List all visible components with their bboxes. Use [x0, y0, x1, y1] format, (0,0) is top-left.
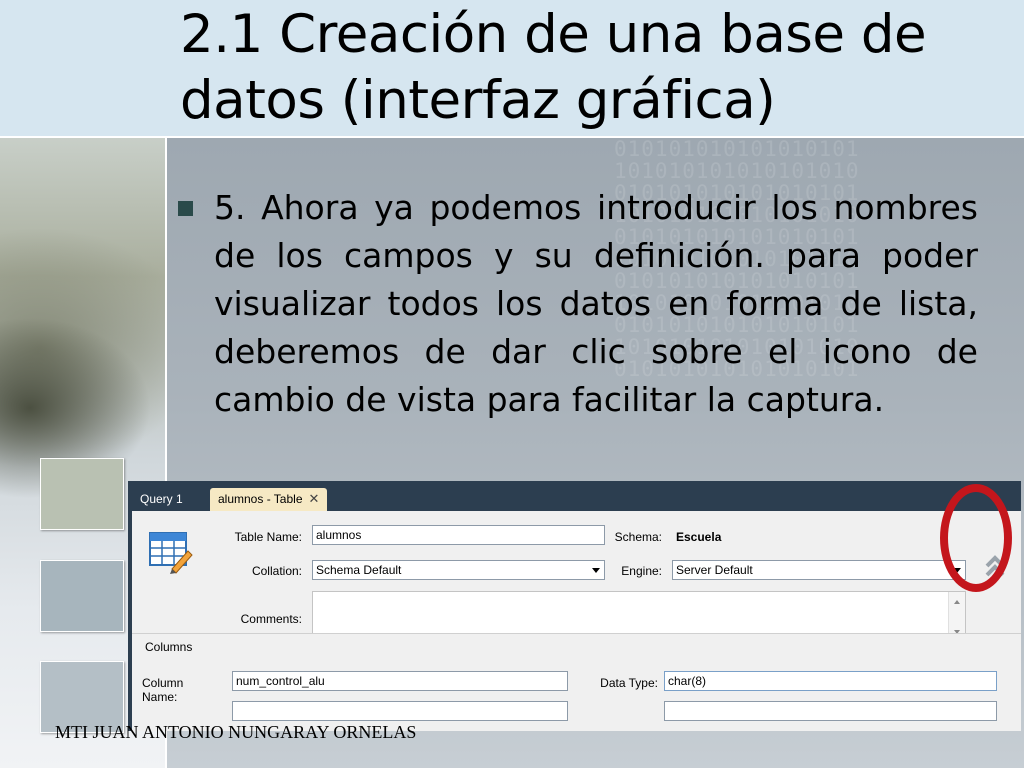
collation-select[interactable]: Schema Default: [312, 560, 605, 580]
tab-alumnos-table[interactable]: alumnos - Table ✕: [210, 488, 328, 511]
close-icon[interactable]: ✕: [309, 491, 320, 506]
bullet-marker: [178, 201, 193, 216]
collation-value: Schema Default: [316, 563, 402, 577]
collation-label: Collation:: [251, 564, 302, 578]
bullet-text: 5. Ahora ya podemos introducir los nombr…: [214, 188, 978, 419]
data-type-label: Data Type:: [600, 676, 658, 690]
engine-select[interactable]: Server Default: [672, 560, 966, 580]
tab-label: alumnos - Table: [218, 492, 303, 506]
scroll-up-icon: [954, 600, 960, 604]
schema-label: Schema:: [614, 530, 662, 544]
next-row-input[interactable]: [664, 701, 997, 721]
workbench-screenshot: Query 1 alumnos - Table ✕ Table Name: Sch…: [128, 481, 1021, 731]
decorative-square-2: [40, 560, 124, 632]
schema-value: Escuela: [676, 530, 722, 544]
table-name-label: Table Name:: [234, 530, 302, 544]
decorative-square-1: [40, 458, 124, 530]
column-name-input[interactable]: [232, 671, 568, 691]
highlight-ring: [940, 484, 1012, 592]
engine-value: Server Default: [676, 563, 753, 577]
data-type-input[interactable]: [664, 671, 997, 691]
slide-title: 2.1 Creación de una base de datos (inter…: [180, 4, 927, 131]
columns-header: Columns: [145, 640, 193, 654]
tab-label: Query 1: [140, 492, 183, 506]
footer-author: MTI JUAN ANTONIO NUNGARAY ORNELAS: [55, 722, 417, 742]
table-edit-icon: [149, 532, 193, 574]
tab-query-1[interactable]: Query 1: [132, 488, 191, 511]
columns-section: Columns Column Name: Data Type:: [132, 633, 1021, 731]
tab-bar: Query 1 alumnos - Table ✕: [128, 481, 1021, 511]
next-row-input[interactable]: [232, 701, 568, 721]
column-name-label: Column Name:: [142, 676, 184, 704]
engine-label: Engine:: [621, 564, 662, 578]
table-editor-panel: Table Name: Schema: Escuela Collation: S…: [132, 511, 1021, 731]
comments-label: Comments:: [240, 612, 302, 626]
table-name-input[interactable]: [312, 525, 605, 545]
